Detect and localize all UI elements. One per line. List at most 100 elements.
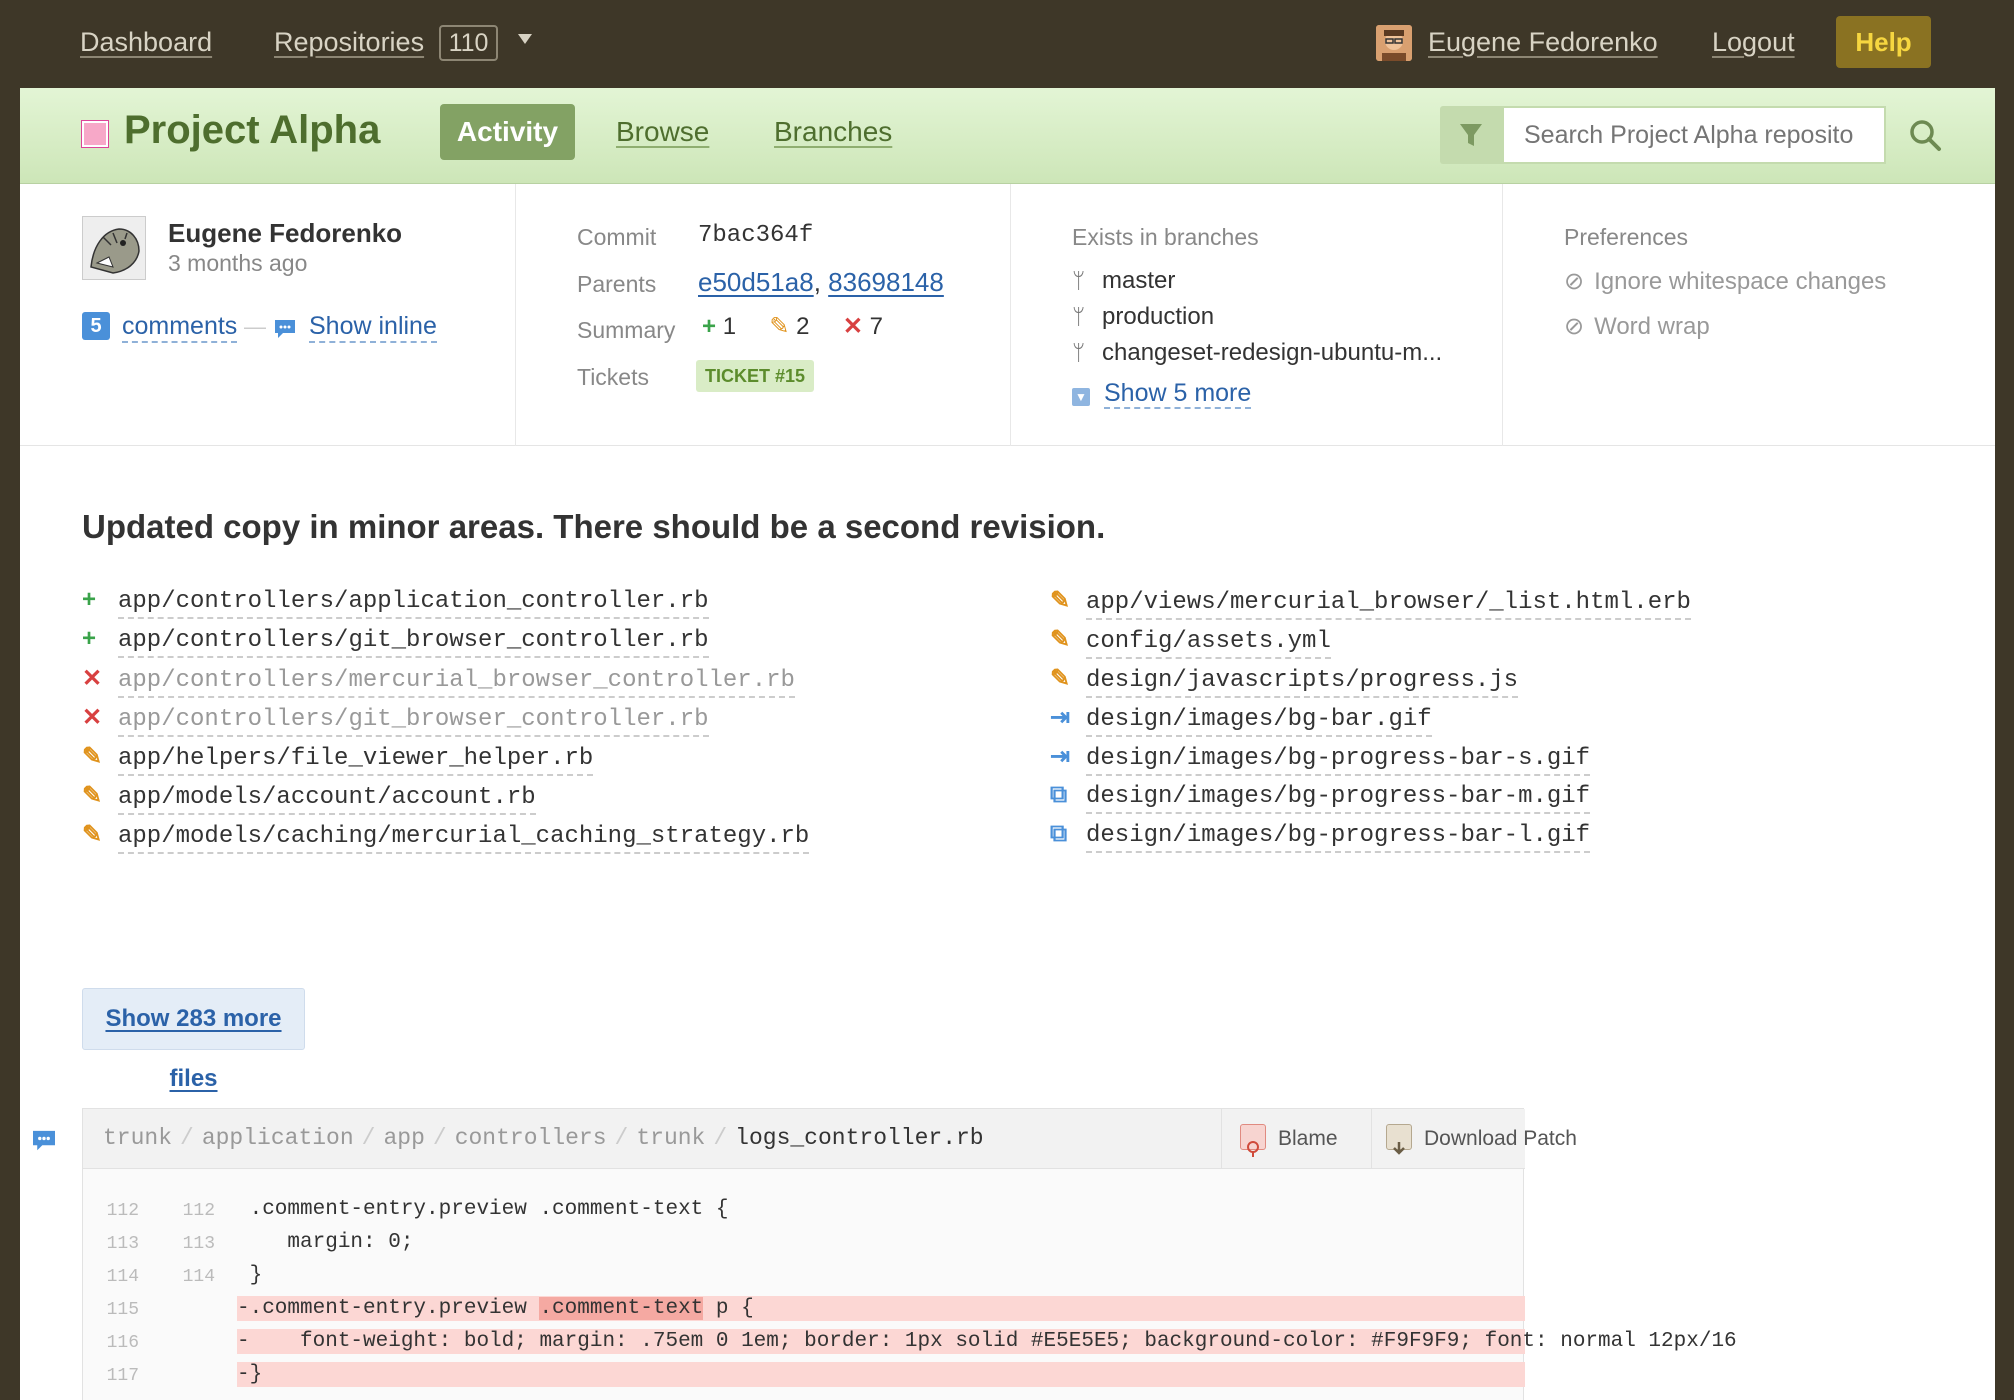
file-path-link[interactable]: app/models/account/account.rb [118,784,536,815]
breadcrumb-item[interactable]: trunk [103,1125,172,1151]
project-title[interactable]: Project Alpha [124,108,380,153]
pref-ignore-whitespace[interactable]: ⊘ Ignore whitespace changes [1564,267,1886,296]
code-text: - font-weight: bold; margin: .75em 0 1em… [237,1330,1737,1353]
speech-bubble-icon[interactable] [273,318,297,340]
blame-label: Blame [1278,1127,1338,1150]
changed-file-item[interactable]: ⇥ design/images/bg-bar.gif [1050,703,1432,737]
branch-name: changeset-redesign-ubuntu-m... [1102,339,1443,366]
changed-file-item[interactable]: ⇥ design/images/bg-progress-bar-s.gif [1050,742,1591,776]
changed-file-item[interactable]: ✎ config/assets.yml [1050,625,1331,659]
logout-link[interactable]: Logout [1712,27,1795,58]
pencil-icon: ✎ [82,782,103,809]
branch-item[interactable]: ᛘ changeset-redesign-ubuntu-m... [1072,339,1442,367]
breadcrumb-item[interactable]: app [383,1125,424,1151]
changed-file-item[interactable]: ✎ app/views/mercurial_browser/_list.html.… [1050,586,1691,620]
nav-dashboard-link[interactable]: Dashboard [80,27,212,58]
breadcrumb-item[interactable]: application [202,1125,354,1151]
parent-commit-link[interactable]: 83698148 [828,267,944,297]
copied-icon: ⧉ [1050,820,1068,847]
deleted-icon: ✕ [82,704,103,731]
changed-file-item[interactable]: ✎ design/javascripts/progress.js [1050,664,1519,698]
file-path-link[interactable]: design/images/bg-progress-bar-l.gif [1086,822,1591,853]
pencil-icon: ✎ [1050,665,1071,692]
parents-list: e50d51a8, 83698148 [698,267,944,298]
search-filter-button[interactable] [1440,106,1502,164]
ticket-badge[interactable]: TICKET #15 [696,360,815,392]
preferences-label: Preferences [1564,224,1689,250]
author-name[interactable]: Eugene Fedorenko [168,218,402,249]
code-segment: -.comment-entry.preview [237,1297,540,1320]
add-comment-icon[interactable] [30,1130,58,1152]
show-inline-link[interactable]: Show inline [309,312,437,343]
show-more-branches-link[interactable]: Show 5 more [1104,379,1252,409]
show-more-branches[interactable]: ▼ Show 5 more [1072,379,1252,409]
tab-activity[interactable]: Activity [440,104,575,160]
breadcrumb-item[interactable]: controllers [455,1125,607,1151]
help-button[interactable]: Help [1836,16,1931,68]
user-avatar[interactable] [1376,25,1412,61]
changed-file-item[interactable]: + app/controllers/git_browser_controller.… [82,625,709,658]
comments-link[interactable]: comments [122,312,238,343]
file-path-link[interactable]: design/javascripts/progress.js [1086,667,1519,698]
file-path-link[interactable]: app/views/mercurial_browser/_list.html.e… [1086,589,1691,620]
changed-file-item[interactable]: ✎ app/helpers/file_viewer_helper.rb [82,742,594,776]
user-avatar-icon [1376,25,1412,61]
branch-item[interactable]: ᛘ master [1072,267,1175,295]
pref-word-wrap[interactable]: ⊘ Word wrap [1564,312,1710,341]
pencil-icon: ✎ [82,743,103,770]
chevron-down-icon[interactable] [518,34,532,44]
show-more-files-button[interactable]: Show 283 more files [82,988,305,1092]
file-path-link[interactable]: design/images/bg-progress-bar-s.gif [1086,745,1591,776]
file-path-link[interactable]: app/controllers/application_controller.r… [118,588,709,619]
code-line: .comment-entry.preview .comment-text { [83,1197,1525,1222]
change-summary: + 1 ✎ 2 ✕ 7 [702,312,883,341]
user-profile-link[interactable]: Eugene Fedorenko [1428,27,1658,58]
changed-file-item[interactable]: ⧉ design/images/bg-progress-bar-l.gif [1050,820,1591,853]
branch-item[interactable]: ᛘ production [1072,303,1214,331]
file-path-link[interactable]: app/controllers/git_browser_controller.r… [118,627,709,658]
file-path-link[interactable]: app/helpers/file_viewer_helper.rb [118,745,594,776]
author-avatar[interactable] [82,216,146,280]
commit-time: 3 months ago [168,250,308,276]
changed-file-item[interactable]: ✕ app/controllers/git_browser_controller.… [82,703,709,737]
tab-branches[interactable]: Branches [774,116,892,148]
file-path-link[interactable]: design/images/bg-bar.gif [1086,706,1432,737]
blame-button[interactable]: Blame [1221,1109,1371,1169]
blame-icon [1240,1124,1266,1158]
file-path-link[interactable]: app/controllers/git_browser_controller.r… [118,706,709,737]
file-path-link[interactable]: app/models/caching/mercurial_caching_str… [118,823,810,854]
deleted-count: 7 [869,313,884,340]
tab-browse[interactable]: Browse [616,116,709,148]
parents-label: Parents [577,271,657,297]
download-icon [1386,1124,1412,1156]
changed-file-item[interactable]: ✕ app/controllers/mercurial_browser_contr… [82,664,795,698]
changed-file-item[interactable]: ✎ app/models/account/account.rb [82,781,536,815]
changed-file-item[interactable]: ⧉ design/images/bg-progress-bar-m.gif [1050,781,1591,814]
added-icon: + [82,625,97,652]
code-viewer-header: trunk / application / app / controllers / trunk /… [83,1109,1577,1169]
search-icon[interactable] [1906,116,1946,156]
nav-repositories-link[interactable]: Repositories [274,27,424,58]
summary-label: Summary [577,317,676,343]
changed-file-item[interactable]: + app/controllers/application_controller.… [82,586,709,619]
changed-file-item[interactable]: ✎ app/models/caching/mercurial_caching_st… [82,820,810,854]
comments-count-badge: 5 [82,312,110,340]
parents-separator: , [813,267,821,297]
search-input[interactable] [1502,106,1886,164]
download-patch-button[interactable]: Download Patch [1371,1109,1577,1169]
code-highlight: .comment-text [539,1297,704,1320]
breadcrumb: trunk / application / app / controllers / trunk /… [103,1125,984,1151]
file-path-link[interactable]: design/images/bg-progress-bar-m.gif [1086,783,1591,814]
repository-count-badge: 110 [439,25,498,61]
file-path-link[interactable]: app/controllers/mercurial_browser_contro… [118,667,795,698]
code-text: -.comment-entry.preview .comment-text p … [237,1296,754,1321]
main-panel: Project Alpha Activity Browse Branches S… [20,88,1995,1400]
breadcrumb-item[interactable]: trunk [636,1125,705,1151]
breadcrumb-separator: / [361,1125,376,1151]
commit-message: Updated copy in minor areas. There shoul… [82,508,1106,545]
code-viewer: trunk / application / app / controllers / trunk /… [82,1108,1737,1400]
parent-commit-link[interactable]: e50d51a8 [698,267,814,297]
ban-icon: ⊘ [1564,268,1585,295]
file-path-link[interactable]: config/assets.yml [1086,628,1331,659]
pencil-icon: ✎ [82,821,103,848]
